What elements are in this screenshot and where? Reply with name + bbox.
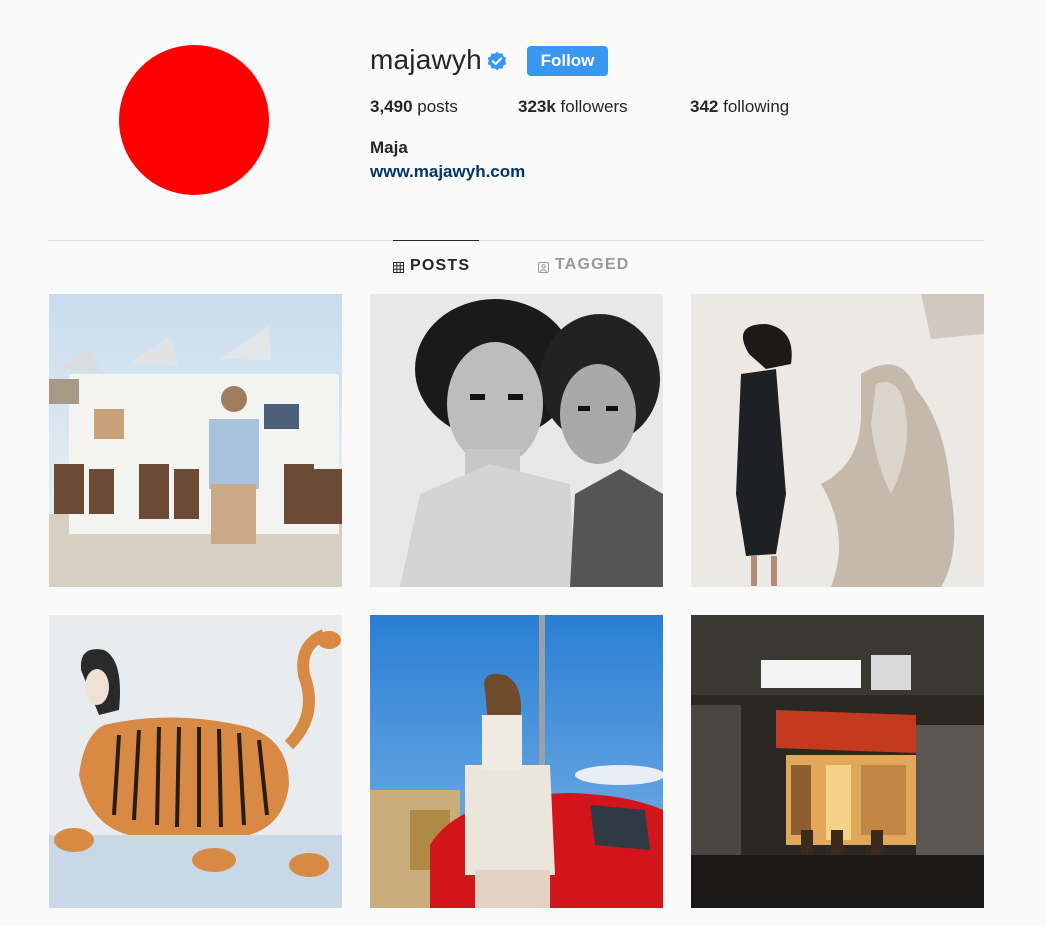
profile-avatar[interactable] — [119, 45, 269, 195]
post-tile-6[interactable] — [691, 615, 984, 908]
posts-label: posts — [412, 97, 458, 116]
grid-icon — [393, 260, 404, 273]
posts-count: 3,490 — [370, 97, 413, 116]
post-tile-4[interactable] — [49, 615, 342, 908]
followers-stat[interactable]: 323k followers — [518, 97, 628, 117]
followers-label: followers — [555, 97, 628, 116]
verified-badge-icon — [487, 51, 507, 71]
post-image-beach — [49, 294, 342, 587]
follow-button[interactable]: Follow — [527, 46, 608, 76]
post-image-tiger — [49, 615, 342, 908]
profile-username: majawyh — [370, 44, 482, 75]
profile-website-link[interactable]: www.majawyh.com — [370, 162, 525, 182]
post-tile-2[interactable] — [370, 294, 663, 587]
tabs-divider — [48, 240, 984, 241]
tagged-icon — [538, 260, 549, 273]
tab-posts-label: POSTS — [410, 256, 471, 274]
post-tile-1[interactable] — [49, 294, 342, 587]
following-stat[interactable]: 342 following — [690, 97, 789, 117]
tab-tagged[interactable]: TAGGED — [538, 240, 648, 290]
post-image-nightcafe — [691, 615, 984, 908]
tab-tagged-label: TAGGED — [555, 256, 630, 273]
post-tile-3[interactable] — [691, 294, 984, 587]
following-label: following — [718, 97, 790, 116]
tab-posts[interactable]: POSTS — [393, 240, 479, 290]
following-count: 342 — [690, 97, 719, 116]
post-tile-5[interactable] — [370, 615, 663, 908]
post-image-redcar — [370, 615, 663, 908]
post-image-statue — [691, 294, 984, 587]
profile-full-name: Maja — [370, 138, 408, 157]
followers-count: 323k — [518, 97, 556, 116]
post-image-portrait — [370, 294, 663, 587]
posts-stat: 3,490 posts — [370, 97, 458, 117]
